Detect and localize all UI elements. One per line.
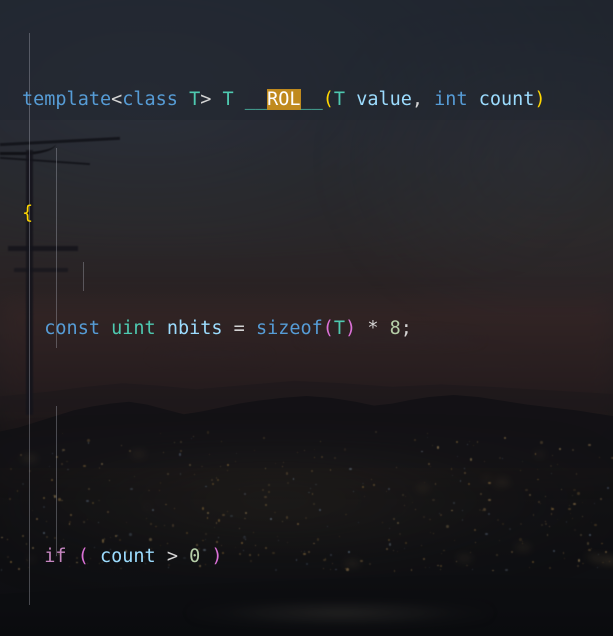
token-keyword-if: if xyxy=(44,546,67,568)
token-param: value xyxy=(345,88,412,110)
token-bracket: ) xyxy=(200,546,223,568)
token-semicolon: ; xyxy=(400,317,412,339)
token-operator: = xyxy=(222,317,256,339)
token-brace: { xyxy=(22,203,34,225)
token-operator: * xyxy=(356,317,390,339)
token-keyword: int xyxy=(434,88,468,110)
code-content[interactable]: template<class T> T __ROL__(T value, int… xyxy=(0,0,613,636)
token-comma: , xyxy=(411,88,435,110)
token-bracket: ) xyxy=(534,88,546,110)
token-variable: nbits xyxy=(155,317,223,339)
token-bracket: ( xyxy=(322,88,334,110)
token-keyword: const xyxy=(44,317,100,339)
code-editor[interactable]: template<class T> T __ROL__(T value, int… xyxy=(0,0,613,636)
token-bracket: ) xyxy=(345,317,357,339)
token-type: uint xyxy=(99,317,156,339)
code-line-4-blank[interactable] xyxy=(0,429,613,458)
token-keyword: template xyxy=(22,88,112,110)
token-function-name: __ xyxy=(244,88,268,110)
token-operator: > xyxy=(155,546,190,568)
code-line-2[interactable]: { xyxy=(0,200,613,229)
token-keyword: class xyxy=(122,88,178,110)
token-type: T xyxy=(333,88,346,110)
code-line-1[interactable]: template<class T> T __ROL__(T value, int… xyxy=(0,86,613,115)
token-number: 0 xyxy=(189,546,201,568)
selected-text[interactable]: ROL xyxy=(267,88,301,110)
code-line-5[interactable]: if ( count > 0 ) xyxy=(0,543,613,572)
token-number: 8 xyxy=(389,317,401,339)
token-type: T xyxy=(333,317,346,339)
token-param: count xyxy=(467,88,535,110)
token-return-type: T xyxy=(222,88,245,110)
code-line-3[interactable]: const uint nbits = sizeof(T) * 8; xyxy=(0,315,613,344)
token-bracket: ( xyxy=(322,317,334,339)
token-bracket: ( xyxy=(66,546,100,568)
token-angle-open: < xyxy=(111,88,123,110)
token-type: T xyxy=(177,88,201,110)
token-angle-close: > xyxy=(200,88,223,110)
token-function-name: __ xyxy=(300,88,323,110)
token-variable: count xyxy=(99,546,156,568)
token-keyword: sizeof xyxy=(255,317,323,339)
